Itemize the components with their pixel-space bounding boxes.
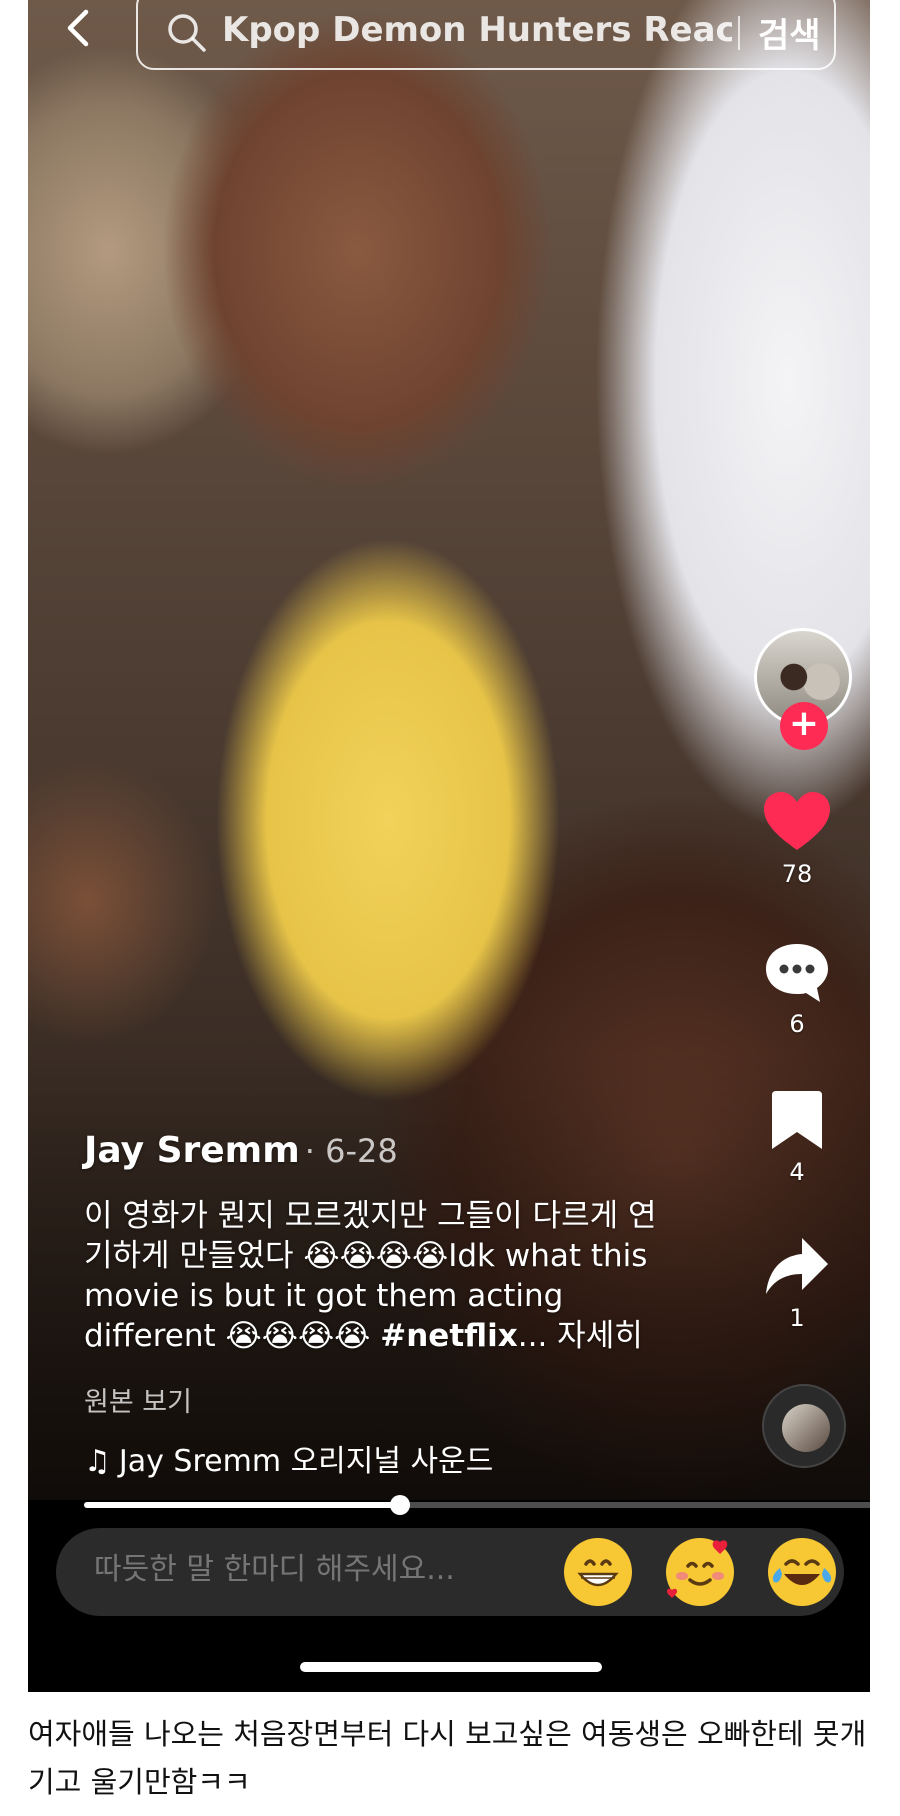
post-date: · 6-28 [304, 1132, 398, 1170]
video-player[interactable]: Kpop Demon Hunters Reaction 검색 + 78 6 4 [28, 0, 870, 1692]
bookmark-count: 4 [789, 1158, 805, 1186]
author-name[interactable]: Jay Sremm [84, 1130, 300, 1171]
smiling-face-hearts-icon [666, 1540, 728, 1598]
sound-link[interactable]: ♫ Jay Sremm 오리지널 사운드 [84, 1436, 493, 1480]
heart-icon [764, 792, 830, 850]
comment-count: 6 [789, 1010, 805, 1038]
like-button[interactable]: 78 [762, 790, 832, 888]
search-divider [738, 16, 740, 50]
grinning-face-icon [577, 1559, 619, 1587]
hashtag-link[interactable]: #netflix [380, 1318, 518, 1354]
share-count: 1 [789, 1304, 805, 1332]
comment-bar [56, 1528, 844, 1616]
share-button[interactable]: 1 [762, 1234, 832, 1332]
video-progress-fill [84, 1502, 400, 1508]
sound-name: Jay Sremm 오리지널 사운드 [118, 1444, 494, 1479]
bookmark-icon [772, 1091, 822, 1149]
view-original-link[interactable]: 원본 보기 [84, 1380, 192, 1419]
like-count: 78 [781, 860, 813, 888]
music-note-icon: ♫ [84, 1444, 111, 1479]
comment-button[interactable]: 6 [762, 940, 832, 1038]
tears-of-joy-icon [772, 1559, 832, 1585]
back-button[interactable] [58, 6, 102, 50]
music-disc-cover [782, 1404, 830, 1452]
search-input[interactable]: Kpop Demon Hunters Reaction [222, 10, 732, 50]
video-caption[interactable]: 이 영화가 뭔지 모르겠지만 그들이 다르게 연기하게 만들었다 😭😭😭😭Idk… [84, 1196, 684, 1356]
home-indicator [300, 1662, 602, 1672]
search-bar[interactable]: Kpop Demon Hunters Reaction 검색 [136, 0, 836, 70]
emoji-grin-button[interactable] [564, 1538, 632, 1606]
author-line: Jay Sremm · 6-28 [84, 1130, 398, 1171]
follow-button[interactable]: + [780, 702, 828, 750]
caption-more-link[interactable]: ... 자세히 [518, 1318, 643, 1354]
emoji-love-button[interactable] [666, 1538, 734, 1606]
share-arrow-icon [766, 1238, 828, 1294]
comment-input[interactable] [94, 1552, 514, 1587]
search-button[interactable]: 검색 [758, 8, 821, 57]
music-disc[interactable] [762, 1384, 846, 1468]
search-icon [168, 14, 206, 52]
creator-avatar-group[interactable]: + [754, 628, 852, 750]
video-progress-handle[interactable] [390, 1495, 410, 1515]
emoji-laugh-button[interactable] [768, 1538, 836, 1606]
video-progress-bar[interactable] [84, 1495, 870, 1515]
comment-bubble-icon [766, 944, 828, 1002]
chevron-left-icon [67, 9, 89, 47]
bookmark-button[interactable]: 4 [762, 1088, 832, 1186]
post-body-text: 여자애들 나오는 처음장면부터 다시 보고싶은 여동생은 오빠한테 못개기고 울… [28, 1717, 867, 1799]
